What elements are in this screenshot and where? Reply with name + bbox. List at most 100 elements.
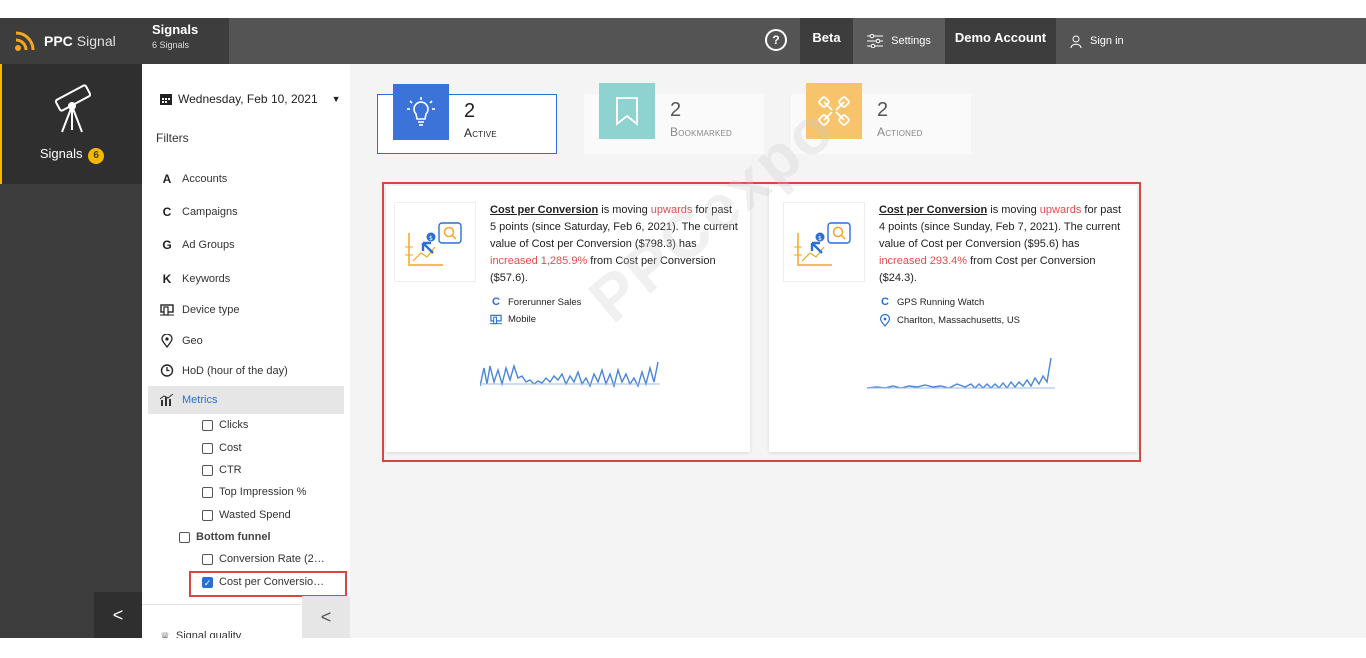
checkbox-box[interactable] (202, 486, 213, 498)
filter-geo[interactable]: Geo (160, 334, 203, 348)
rail-signals-text: Signals (39, 146, 83, 161)
active-count: 2 (464, 100, 476, 122)
metric-clicks-checkbox[interactable]: Clicks (202, 419, 248, 431)
signals-count-badge: 6 (88, 148, 105, 164)
map-pin-icon (161, 334, 173, 348)
filter-label: Geo (182, 335, 203, 347)
brand-name-bold: PPC (44, 33, 73, 49)
filter-label: Ad Groups (182, 239, 235, 251)
handshake-icon (818, 96, 850, 126)
highlight-box (189, 571, 347, 597)
signals-tab-count: 6 Signals (152, 40, 190, 50)
brand-logo[interactable]: PPC Signal (0, 18, 142, 64)
bookmarked-count: 2 (670, 99, 682, 121)
filters-title: Filters (156, 131, 189, 145)
bottom-funnel-checkbox[interactable]: Bottom funnel (179, 531, 271, 543)
filter-label: HoD (hour of the day) (182, 364, 288, 377)
device-icon (160, 304, 174, 316)
metric-top-impression-checkbox[interactable]: Top Impression % (202, 486, 306, 498)
filter-ad-groups[interactable]: G Ad Groups (160, 238, 235, 252)
campaigns-icon: C (162, 205, 172, 219)
metric-cost-checkbox[interactable]: Cost (202, 442, 242, 454)
actioned-icon-box (806, 83, 862, 139)
checkbox-box[interactable] (179, 531, 190, 543)
rss-icon (15, 31, 35, 51)
filter-device-type[interactable]: Device type (160, 304, 239, 316)
settings-label: Settings (891, 35, 931, 47)
filter-label: Signal quality (175, 630, 242, 638)
settings-button[interactable]: Settings (853, 18, 945, 64)
filter-metrics[interactable]: Metrics (148, 386, 344, 414)
panel-collapse-button[interactable]: < (302, 596, 350, 638)
checkbox-box[interactable] (202, 553, 213, 565)
bookmarked-icon-box (599, 83, 655, 139)
rail-signals-label: Signals 6 (2, 146, 142, 164)
metrics-chart-icon (160, 394, 174, 406)
checkbox-label: CTR (219, 464, 242, 476)
telescope-icon (54, 84, 92, 133)
brand-name-light: Signal (76, 33, 116, 49)
keywords-icon: K (162, 272, 172, 286)
active-label: Active (464, 126, 497, 140)
filter-signal-quality[interactable]: ♕ Signal quality (160, 630, 241, 638)
metric-ctr-checkbox[interactable]: CTR (202, 464, 242, 476)
checkbox-box[interactable] (202, 464, 213, 476)
bookmark-icon (616, 97, 638, 126)
chevron-down-icon: ▼ (331, 94, 341, 104)
metrics-label: Metrics (182, 394, 218, 406)
top-bar: PPC Signal Signals 6 Signals ? Beta Sett… (0, 18, 1366, 64)
date-value: Wednesday, Feb 10, 2021 (178, 92, 318, 106)
sign-in-label: Sign in (1090, 35, 1124, 47)
left-rail: Signals 6 < (0, 64, 142, 638)
filter-label: Keywords (182, 273, 231, 285)
bookmarked-label: Bookmarked (670, 125, 733, 139)
filter-keywords[interactable]: K Keywords (160, 272, 231, 286)
calendar-icon (160, 94, 172, 105)
actioned-count: 2 (877, 99, 889, 121)
checkbox-label: Top Impression % (219, 486, 307, 498)
ad-groups-icon: G (162, 238, 172, 252)
checkbox-label: Conversion Rate (2… (219, 553, 325, 565)
beta-button[interactable]: Beta (800, 18, 853, 64)
user-icon (1070, 35, 1082, 48)
signals-tab[interactable]: Signals 6 Signals (142, 18, 229, 64)
filter-accounts[interactable]: A Accounts (160, 172, 228, 186)
checkbox-box[interactable] (202, 509, 213, 521)
checkbox-box[interactable] (202, 419, 213, 431)
sign-in-button[interactable]: Sign in (1070, 18, 1124, 64)
help-icon[interactable]: ? (765, 29, 787, 51)
checkbox-label: Clicks (219, 419, 249, 431)
checkbox-label: Bottom funnel (196, 531, 271, 543)
trophy-icon: ♕ (160, 631, 170, 638)
lightbulb-icon (407, 97, 435, 126)
filter-label: Accounts (182, 173, 228, 185)
filter-label: Campaigns (182, 206, 238, 218)
filter-panel: Wednesday, Feb 10, 2021 ▼ Filters A Acco… (142, 64, 350, 638)
bookmarked-signals-tile[interactable]: 2 Bookmarked (584, 83, 764, 154)
active-text: 2 Active (449, 95, 497, 153)
metric-wasted-spend-checkbox[interactable]: Wasted Spend (202, 509, 291, 521)
actioned-label: Actioned (877, 125, 923, 139)
bookmarked-text: 2 Bookmarked (655, 94, 732, 154)
funnel-conversion-rate-checkbox[interactable]: Conversion Rate (2… (202, 553, 325, 565)
highlight-box (382, 182, 1141, 462)
checkbox-box[interactable] (202, 442, 213, 454)
sliders-icon (867, 34, 884, 48)
filter-hod[interactable]: HoD (hour of the day) (160, 364, 288, 377)
date-picker[interactable]: Wednesday, Feb 10, 2021 ▼ (160, 92, 341, 106)
checkbox-label: Cost (219, 442, 242, 454)
clock-icon (160, 364, 174, 377)
checkbox-label: Wasted Spend (219, 509, 291, 521)
demo-account-button[interactable]: Demo Account (945, 18, 1056, 64)
rail-signals-item[interactable]: Signals 6 (0, 64, 142, 184)
filter-campaigns[interactable]: C Campaigns (160, 205, 238, 219)
rail-collapse-button[interactable]: < (94, 592, 142, 638)
actioned-signals-tile[interactable]: 2 Actioned (791, 83, 971, 154)
filter-label: Device type (182, 304, 240, 316)
accounts-icon: A (162, 172, 172, 186)
app-frame: PPC Signal Signals 6 Signals ? Beta Sett… (0, 18, 1366, 638)
active-signals-tile[interactable]: 2 Active (377, 84, 557, 154)
actioned-text: 2 Actioned (862, 94, 923, 154)
active-icon-box (393, 84, 449, 140)
signals-tab-title: Signals (152, 22, 199, 37)
